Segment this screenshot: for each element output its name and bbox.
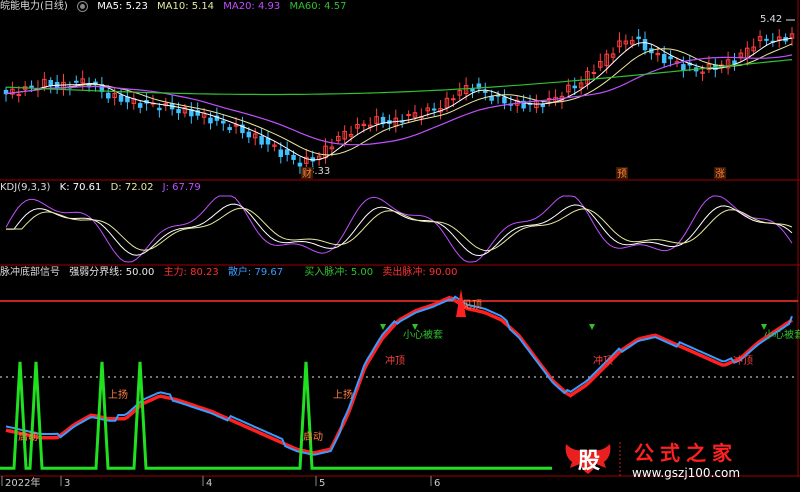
candle-body: [48, 79, 53, 87]
ma20-line: [5, 54, 793, 146]
x-axis-label-2: 4: [206, 478, 212, 488]
main-force-label: 主力: 80.23: [163, 267, 219, 278]
kdj-k-label: K: 70.61: [59, 182, 102, 193]
candle-body: [764, 38, 769, 41]
candle-body: [74, 80, 79, 83]
event-marker-2: 涨: [715, 168, 725, 180]
ma5-line: [5, 37, 793, 161]
signal-title[interactable]: 脉冲底部信号: [0, 267, 60, 278]
candle-body: [732, 60, 737, 65]
candle-body: [406, 114, 411, 117]
candle-body: [29, 85, 34, 88]
stock-chart[interactable]: 5.423.33财预涨启动上扬 上扬启动见顶小心被套冲顶 冲顶 冲顶小心被套2022年…: [0, 0, 800, 489]
signal-annotation-0: 启动: [18, 430, 38, 443]
down-arrow-icon: [380, 324, 386, 330]
candle-body: [208, 117, 213, 124]
candle-body: [540, 103, 546, 108]
chart-stage: 5.42 3.33 财预涨启动 上扬 上扬 启动 见顶 小心被套 冲顶 冲顶 冲顶 小心被套 2022年…: [0, 0, 800, 489]
watermark-site-name: 公式之家: [634, 441, 738, 465]
candle-body: [227, 127, 232, 131]
signal-panel-header: 脉冲底部信号 强弱分界线: 50.00 主力: 80.23 散户: 79.67 …: [0, 266, 464, 280]
candle-body: [176, 109, 181, 114]
x-axis-label-1: 3: [64, 478, 70, 488]
ma10-label: MA10: 5.14: [157, 1, 215, 12]
main-panel-header: 皖能电力(日线) MA5: 5.23 MA10: 5.14 MA20: 4.93…: [0, 0, 352, 14]
candle-body: [489, 96, 494, 101]
high-price-label: 5.42: [760, 14, 782, 25]
candle-body: [681, 64, 686, 71]
ma10-line: [5, 43, 793, 156]
signal-annotation-4: 见顶: [462, 299, 482, 311]
watermark: 股 公式之家 www.gszj100.com: [562, 438, 792, 480]
signal-annotation-8: 冲顶: [733, 354, 753, 367]
signal-annotation-9: 小心被套: [764, 328, 800, 341]
svg-text:股: 股: [578, 449, 600, 474]
x-axis-label-3: 5: [319, 478, 325, 488]
candle-body: [431, 108, 437, 111]
candle-body: [291, 154, 296, 160]
kdj-j-line: [5, 195, 793, 263]
candle-body: [636, 36, 641, 40]
candle-body: [106, 92, 111, 99]
signal-annotation-5: 小心被套: [403, 328, 443, 341]
candle-body: [502, 96, 507, 104]
signal-annotation-1: 上扬: [108, 388, 128, 401]
x-axis-label-4: 6: [434, 478, 440, 488]
candle-body: [221, 120, 226, 124]
kdj-title[interactable]: KDJ(9,3,3): [0, 182, 50, 193]
candle-body: [118, 94, 124, 102]
buy-pulse-line: [0, 361, 552, 470]
candle-body: [591, 71, 597, 74]
candle-body: [246, 131, 252, 138]
ma20-label: MA20: 4.93: [223, 1, 281, 12]
candle-body: [668, 56, 673, 60]
event-marker-1: 预: [617, 168, 627, 180]
candle-body: [137, 103, 143, 108]
candle-body: [297, 162, 303, 167]
candle-body: [642, 38, 648, 51]
event-marker-0: 财: [302, 167, 312, 180]
candle-body: [157, 107, 162, 111]
ma60-label: MA60: 4.57: [289, 1, 347, 12]
kdj-d-label: D: 72.02: [110, 182, 154, 193]
candle-body: [284, 149, 290, 155]
candle-body: [483, 90, 488, 93]
x-axis-label-0: 2022年: [5, 476, 40, 488]
candle-body: [259, 135, 264, 145]
ma5-label: MA5: 5.23: [97, 1, 148, 12]
signal-annotation-6: 冲顶: [385, 354, 405, 367]
candle-body: [661, 54, 667, 64]
watermark-url: www.gszj100.com: [632, 466, 740, 480]
candle-body: [265, 137, 271, 145]
kdj-j-label: J: 67.79: [162, 182, 201, 193]
signal-annotation-7: 冲顶: [593, 354, 613, 367]
candle-body: [451, 98, 456, 101]
watermark-logo-icon: 股 公式之家 www.gszj100.com: [565, 441, 740, 480]
buy-pulse-label: 买入脉冲: 5.00: [304, 267, 374, 278]
retail-label: 散户: 79.67: [227, 267, 284, 278]
signal-annotation-3: 启动: [303, 430, 323, 443]
candle-body: [16, 93, 22, 96]
candle-body: [572, 85, 577, 89]
kdj-panel-header: KDJ(9,3,3) K: 70.61 D: 72.02 J: 67.79: [0, 181, 207, 195]
down-arrow-icon: [589, 324, 595, 330]
sell-pulse-label: 卖出脉冲: 90.00: [382, 267, 458, 278]
candle-body: [470, 88, 475, 92]
main-force-line: [5, 295, 793, 455]
threshold-label: 强弱分界线: 50.00: [69, 267, 155, 278]
signal-annotation-2: 上扬: [333, 388, 353, 401]
settings-circle-icon[interactable]: [77, 0, 88, 12]
candle-body: [278, 149, 284, 157]
stock-title[interactable]: 皖能电力(日线): [0, 1, 68, 12]
